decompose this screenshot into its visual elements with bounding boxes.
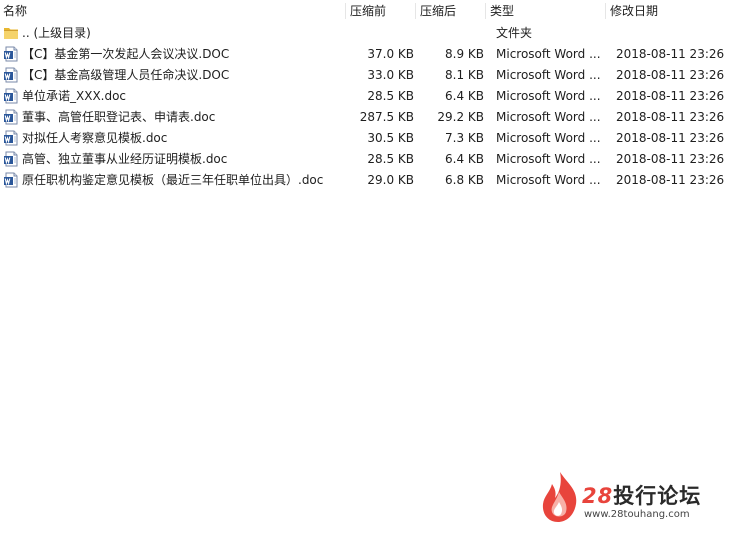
file-list: .. (上级目录) 文件夹 【C】基金第一次发起人会议决议.DOC 37.0 KB… bbox=[0, 23, 734, 191]
file-row[interactable]: 【C】基金高级管理人员任命决议.DOC 33.0 KB 8.1 KB Microsof… bbox=[0, 65, 734, 86]
row-modified: 2018-08-11 23:26 bbox=[616, 152, 725, 166]
row-compressed-size: 29.2 KB bbox=[437, 110, 484, 124]
parent-directory-row[interactable]: .. (上级目录) 文件夹 bbox=[0, 23, 734, 44]
file-row[interactable]: 对拟任人考察意见模板.doc 30.5 KB 7.3 KB Microsoft Wor… bbox=[0, 128, 734, 149]
row-type: Microsoft Word ... bbox=[496, 131, 601, 145]
file-row[interactable]: 高管、独立董事从业经历证明模板.doc 28.5 KB 6.4 KB Microsof… bbox=[0, 149, 734, 170]
column-header: 名称 压缩前 压缩后 类型 修改日期 bbox=[0, 0, 734, 22]
row-name: 对拟任人考察意见模板.doc bbox=[22, 131, 168, 145]
watermark-logo: 28投行论坛 www.28touhang.com bbox=[538, 470, 718, 526]
row-name: 【C】基金高级管理人员任命决议.DOC bbox=[22, 68, 230, 82]
row-compressed-size: 6.4 KB bbox=[445, 152, 484, 166]
column-divider[interactable] bbox=[605, 3, 606, 19]
row-compressed-size: 8.1 KB bbox=[445, 68, 484, 82]
row-modified: 2018-08-11 23:26 bbox=[616, 131, 725, 145]
row-type: Microsoft Word ... bbox=[496, 152, 601, 166]
row-type: Microsoft Word ... bbox=[496, 110, 601, 124]
row-modified: 2018-08-11 23:26 bbox=[616, 110, 725, 124]
word-doc-icon bbox=[3, 151, 19, 167]
row-modified: 2018-08-11 23:26 bbox=[616, 47, 725, 61]
word-doc-icon bbox=[3, 172, 19, 188]
column-header-compressed[interactable]: 压缩后 bbox=[420, 0, 456, 22]
file-row[interactable]: 单位承诺_XXX.doc 28.5 KB 6.4 KB Microsoft Word … bbox=[0, 86, 734, 107]
row-size: 29.0 KB bbox=[367, 173, 414, 187]
watermark-number: 28 bbox=[582, 484, 614, 508]
row-type: 文件夹 bbox=[496, 26, 533, 40]
row-size: 28.5 KB bbox=[367, 89, 414, 103]
folder-icon bbox=[3, 25, 19, 41]
column-header-size[interactable]: 压缩前 bbox=[350, 0, 386, 22]
row-type: Microsoft Word ... bbox=[496, 173, 601, 187]
column-header-modified[interactable]: 修改日期 bbox=[610, 0, 658, 22]
flame-icon bbox=[542, 472, 577, 522]
row-modified: 2018-08-11 23:26 bbox=[616, 89, 725, 103]
row-compressed-size: 7.3 KB bbox=[445, 131, 484, 145]
row-name: 原任职机构鉴定意见模板（最近三年任职单位出具）.doc bbox=[22, 173, 324, 187]
word-doc-icon bbox=[3, 67, 19, 83]
row-name: 董事、高管任职登记表、申请表.doc bbox=[22, 110, 216, 124]
row-compressed-size: 6.4 KB bbox=[445, 89, 484, 103]
watermark-title: 28投行论坛 bbox=[582, 480, 701, 510]
row-name: 单位承诺_XXX.doc bbox=[22, 89, 127, 103]
word-doc-icon bbox=[3, 88, 19, 104]
row-size: 287.5 KB bbox=[359, 110, 414, 124]
row-name: 【C】基金第一次发起人会议决议.DOC bbox=[22, 47, 230, 61]
word-doc-icon bbox=[3, 46, 19, 62]
row-type: Microsoft Word ... bbox=[496, 89, 601, 103]
watermark-brand: 投行论坛 bbox=[613, 484, 702, 508]
row-modified: 2018-08-11 23:26 bbox=[616, 68, 725, 82]
column-divider[interactable] bbox=[415, 3, 416, 19]
column-header-type[interactable]: 类型 bbox=[490, 0, 514, 22]
word-doc-icon bbox=[3, 109, 19, 125]
column-header-name[interactable]: 名称 bbox=[3, 0, 27, 22]
file-row[interactable]: 【C】基金第一次发起人会议决议.DOC 37.0 KB 8.9 KB Microsof… bbox=[0, 44, 734, 65]
row-name: .. (上级目录) bbox=[22, 26, 91, 40]
file-row[interactable]: 原任职机构鉴定意见模板（最近三年任职单位出具）.doc 29.0 KB 6.8 KB… bbox=[0, 170, 734, 191]
row-size: 28.5 KB bbox=[367, 152, 414, 166]
row-compressed-size: 6.8 KB bbox=[445, 173, 484, 187]
file-row[interactable]: 董事、高管任职登记表、申请表.doc 287.5 KB 29.2 KB Microso… bbox=[0, 107, 734, 128]
row-modified: 2018-08-11 23:26 bbox=[616, 173, 725, 187]
row-type: Microsoft Word ... bbox=[496, 47, 601, 61]
row-size: 33.0 KB bbox=[367, 68, 414, 82]
column-divider[interactable] bbox=[485, 3, 486, 19]
word-doc-icon bbox=[3, 130, 19, 146]
row-type: Microsoft Word ... bbox=[496, 68, 601, 82]
row-compressed-size: 8.9 KB bbox=[445, 47, 484, 61]
watermark-url: www.28touhang.com bbox=[584, 509, 690, 520]
row-size: 30.5 KB bbox=[367, 131, 414, 145]
row-name: 高管、独立董事从业经历证明模板.doc bbox=[22, 152, 228, 166]
column-divider[interactable] bbox=[345, 3, 346, 19]
row-size: 37.0 KB bbox=[367, 47, 414, 61]
